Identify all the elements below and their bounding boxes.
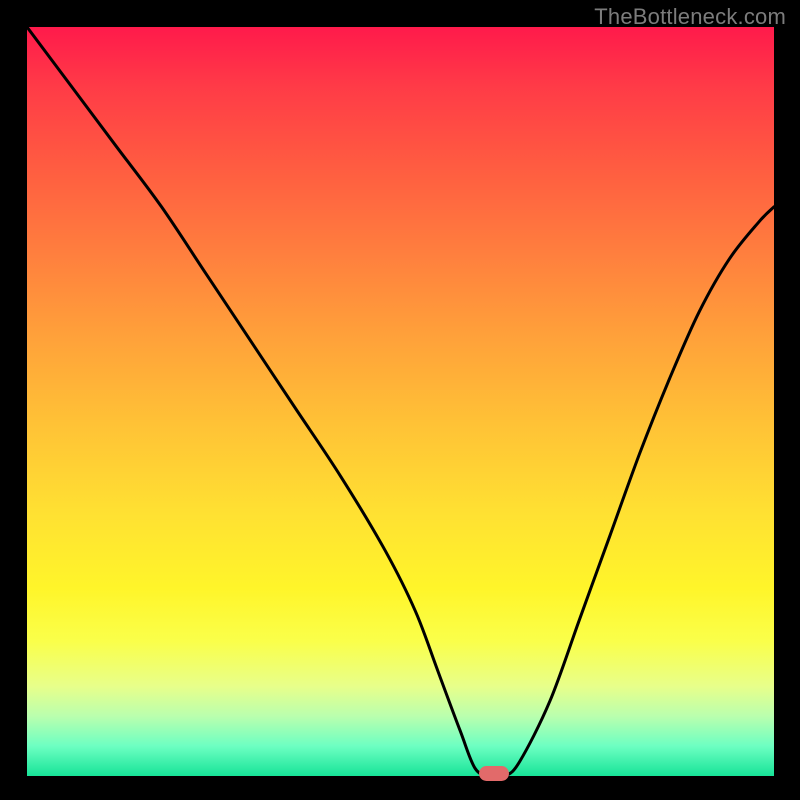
bottleneck-curve [27, 27, 774, 776]
plot-area [27, 27, 774, 776]
minimum-marker [479, 766, 509, 781]
chart-frame: TheBottleneck.com [0, 0, 800, 800]
watermark-text: TheBottleneck.com [594, 4, 786, 30]
